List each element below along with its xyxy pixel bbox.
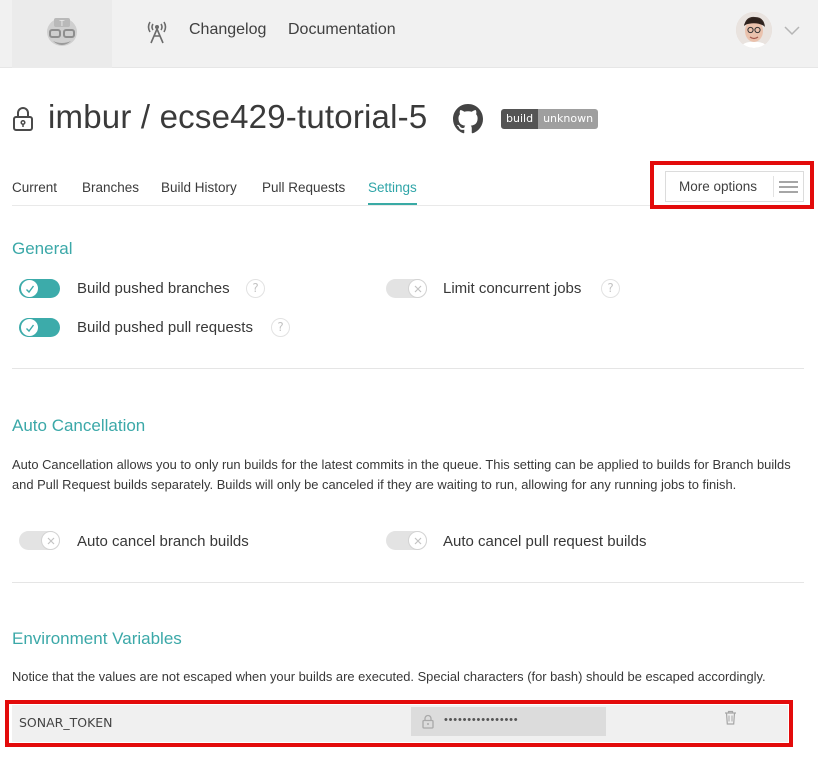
help-icon[interactable]: ? <box>246 279 265 298</box>
tab-pull-requests[interactable]: Pull Requests <box>262 180 345 195</box>
auto-cancellation-section-title: Auto Cancellation <box>12 416 146 435</box>
top-navigation-bar: T Changelog Documentation <box>0 0 818 68</box>
auto-cancellation-description: Auto Cancellation allows you to only run… <box>12 457 791 492</box>
highlight-box-more-options <box>650 161 814 209</box>
svg-text:T: T <box>59 19 65 28</box>
toggle-knob <box>20 279 39 298</box>
x-icon <box>47 537 54 544</box>
check-icon <box>25 285 34 293</box>
limit-concurrent-jobs-toggle[interactable] <box>386 279 427 298</box>
help-icon[interactable]: ? <box>271 318 290 337</box>
limit-concurrent-jobs-label: Limit concurrent jobs <box>443 280 582 297</box>
check-icon <box>25 324 34 332</box>
toggle-knob <box>41 531 60 550</box>
help-icon[interactable]: ? <box>601 279 620 298</box>
env-vars-section-title: Environment Variables <box>12 629 182 648</box>
nav-documentation-link[interactable]: Documentation <box>288 21 396 39</box>
toggle-knob <box>408 279 427 298</box>
lock-icon <box>13 107 33 131</box>
build-status-badge[interactable]: build unknown <box>501 109 599 129</box>
general-section-title: General <box>12 239 73 258</box>
avatar-image <box>736 12 772 48</box>
tab-branches[interactable]: Branches <box>82 180 139 195</box>
broadcast-tower-icon[interactable] <box>146 18 168 44</box>
badge-label: build <box>501 109 539 129</box>
auto-cancel-pr-builds-toggle[interactable] <box>386 531 427 550</box>
repo-header: imbur / ecse429-tutorial-5 build unknown <box>12 96 812 144</box>
travis-mascot-icon: T <box>47 18 77 46</box>
x-icon <box>414 285 421 292</box>
user-avatar[interactable] <box>736 12 772 48</box>
toggle-knob <box>20 318 39 337</box>
auto-cancel-pr-builds-label: Auto cancel pull request builds <box>443 533 647 550</box>
build-pushed-branches-label: Build pushed branches <box>77 280 230 297</box>
section-divider <box>12 368 804 369</box>
section-divider <box>12 582 804 583</box>
github-icon[interactable] <box>453 104 483 134</box>
travis-logo[interactable]: T <box>12 0 112 68</box>
repo-title[interactable]: imbur / ecse429-tutorial-5 <box>48 98 427 136</box>
tab-settings[interactable]: Settings <box>368 180 417 205</box>
auto-cancel-branch-builds-toggle[interactable] <box>19 531 60 550</box>
toggle-knob <box>408 531 427 550</box>
build-pushed-branches-toggle[interactable] <box>19 279 60 298</box>
chevron-down-icon[interactable] <box>784 24 800 36</box>
nav-changelog-link[interactable]: Changelog <box>189 21 266 39</box>
build-pushed-pull-requests-toggle[interactable] <box>19 318 60 337</box>
highlight-box-env-var <box>5 700 793 747</box>
badge-status: unknown <box>538 109 599 129</box>
tab-build-history[interactable]: Build History <box>161 180 237 195</box>
x-icon <box>414 537 421 544</box>
tab-current[interactable]: Current <box>12 180 57 195</box>
build-pushed-pull-requests-label: Build pushed pull requests <box>77 319 253 336</box>
env-vars-notice: Notice that the values are not escaped w… <box>12 669 766 684</box>
auto-cancel-branch-builds-label: Auto cancel branch builds <box>77 533 249 550</box>
